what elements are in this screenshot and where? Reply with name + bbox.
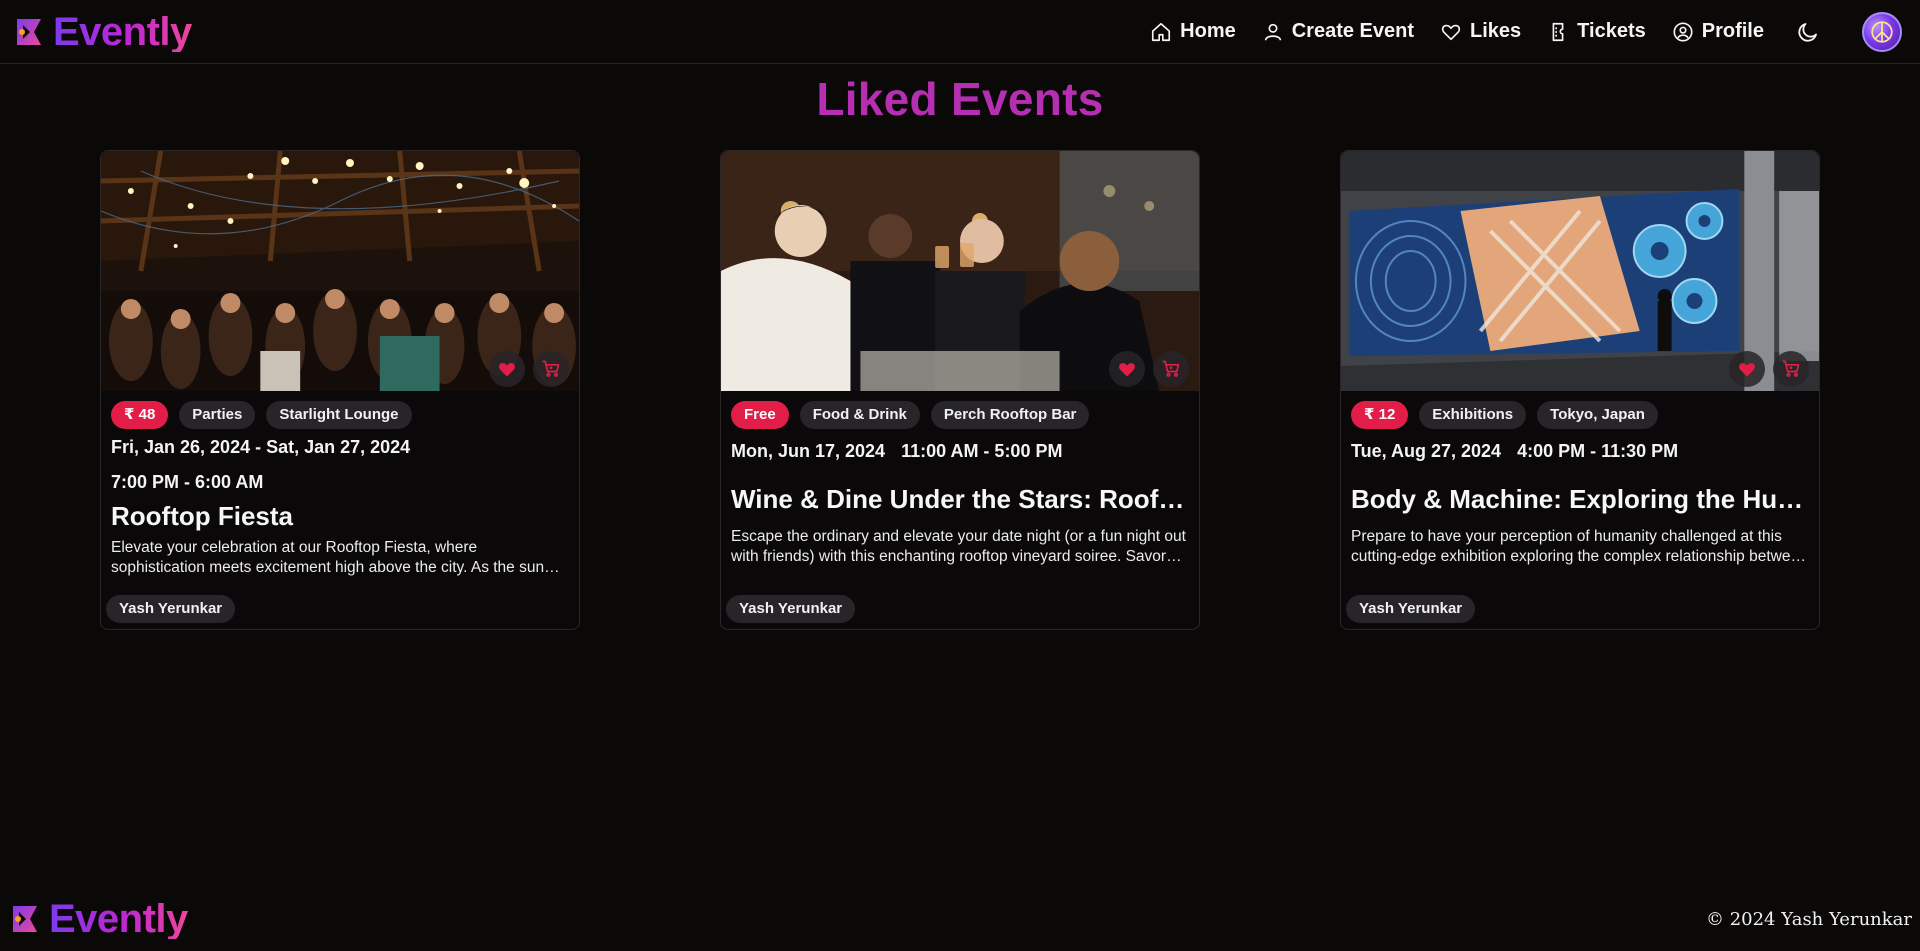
price-badge: ₹ 12	[1351, 401, 1409, 429]
home-icon	[1152, 22, 1171, 41]
location-chip: Perch Rooftop Bar	[930, 401, 1090, 429]
event-title[interactable]: Wine & Dine Under the Stars: Rooftop Vin…	[721, 484, 1199, 515]
category-chip[interactable]: Exhibitions	[1419, 401, 1527, 429]
nav-tickets[interactable]: Tickets	[1547, 20, 1646, 43]
peace-sign-icon	[1871, 20, 1893, 43]
organizer-chip[interactable]: Yash Yerunkar	[1346, 595, 1476, 623]
theme-toggle-button[interactable]	[1796, 20, 1820, 44]
event-datetime: Mon, Jun 17, 2024 11:00 AM - 5:00 PM	[721, 441, 1199, 462]
event-card[interactable]: ₹ 48 Parties Starlight Lounge Fri, Jan 2…	[100, 150, 580, 630]
location-chip: Starlight Lounge	[266, 401, 412, 429]
cart-icon	[1162, 360, 1180, 377]
nav-likes-label: Likes	[1470, 20, 1522, 42]
nav-profile-label: Profile	[1701, 20, 1764, 42]
evently-logo-icon	[13, 906, 37, 932]
category-chip[interactable]: Food & Drink	[799, 401, 920, 429]
event-datetime: Tue, Aug 27, 2024 4:00 PM - 11:30 PM	[1341, 441, 1819, 462]
profile-circle-icon	[1673, 21, 1693, 42]
heart-filled-icon	[1119, 363, 1135, 377]
like-button[interactable]	[1109, 351, 1145, 387]
price-badge: ₹ 48	[111, 401, 169, 429]
nav-likes[interactable]: Likes	[1440, 20, 1521, 43]
event-time: 7:00 PM - 6:00 AM	[111, 472, 264, 492]
event-tags: ₹ 48 Parties Starlight Lounge	[101, 391, 579, 429]
add-to-cart-button[interactable]	[1773, 351, 1809, 387]
organizer-chip[interactable]: Yash Yerunkar	[726, 595, 856, 623]
page-title: Liked Events	[816, 73, 1104, 125]
user-icon	[1264, 23, 1281, 41]
event-description: Prepare to have your perception of human…	[1351, 528, 1808, 565]
event-date: Tue, Aug 27, 2024	[1351, 441, 1502, 461]
evently-logo-icon	[17, 18, 41, 45]
main-nav: Home Create Event Likes Tickets Profile	[1124, 11, 1902, 52]
event-time: 4:00 PM - 11:30 PM	[1517, 441, 1679, 461]
event-date: Mon, Jun 17, 2024	[731, 441, 886, 461]
cart-icon	[542, 360, 560, 377]
add-to-cart-button[interactable]	[1153, 351, 1189, 387]
like-button[interactable]	[1729, 351, 1765, 387]
event-card[interactable]: ₹ 12 Exhibitions Tokyo, Japan Tue, Aug 2…	[1340, 150, 1820, 630]
event-image	[1341, 151, 1819, 391]
location-chip: Tokyo, Japan	[1537, 401, 1658, 429]
footer-brand-link[interactable]: Evently	[10, 899, 188, 939]
event-image	[101, 151, 579, 391]
add-to-cart-button[interactable]	[533, 351, 569, 387]
ticket-icon	[1552, 22, 1564, 41]
event-title[interactable]: Body & Machine: Exploring the Human-Tech…	[1341, 484, 1819, 515]
event-time: 11:00 AM - 5:00 PM	[901, 441, 1063, 461]
heart-outline-icon	[1441, 24, 1461, 40]
price-badge: Free	[731, 401, 789, 429]
navbar: Evently Home Create Event Likes Tickets …	[0, 0, 1920, 64]
event-tags: ₹ 12 Exhibitions Tokyo, Japan	[1341, 391, 1819, 429]
nav-create-event[interactable]: Create Event	[1262, 20, 1414, 43]
event-description: Elevate your celebration at our Rooftop …	[111, 539, 545, 576]
cart-icon	[1782, 360, 1800, 377]
nav-profile[interactable]: Profile	[1672, 20, 1764, 43]
event-image	[721, 151, 1199, 391]
brand-name: Evently	[53, 9, 192, 54]
heart-filled-icon	[499, 363, 515, 377]
event-date: Fri, Jan 26, 2024 - Sat, Jan 27, 2024	[111, 437, 411, 457]
moon-icon	[1798, 22, 1817, 42]
card-actions	[1729, 351, 1809, 387]
event-title[interactable]: Rooftop Fiesta	[101, 501, 579, 532]
nav-home-label: Home	[1180, 20, 1236, 42]
event-tags: Free Food & Drink Perch Rooftop Bar	[721, 391, 1199, 429]
event-card[interactable]: Free Food & Drink Perch Rooftop Bar Mon,…	[720, 150, 1200, 630]
user-avatar[interactable]	[1862, 11, 1902, 52]
nav-home[interactable]: Home	[1150, 20, 1236, 43]
organizer-chip[interactable]: Yash Yerunkar	[106, 595, 236, 623]
footer: Evently © 2024 Yash Yerunkar	[0, 887, 1920, 951]
nav-tickets-label: Tickets	[1577, 20, 1646, 42]
like-button[interactable]	[489, 351, 525, 387]
card-actions	[1109, 351, 1189, 387]
brand-logo-link[interactable]: Evently	[14, 12, 192, 52]
category-chip[interactable]: Parties	[179, 401, 256, 429]
nav-create-event-label: Create Event	[1291, 20, 1415, 42]
event-description: Escape the ordinary and elevate your dat…	[731, 528, 1186, 565]
copyright-text: © 2024 Yash Yerunkar	[1705, 908, 1912, 930]
card-actions	[489, 351, 569, 387]
heart-filled-icon	[1739, 363, 1755, 377]
footer-brand-name: Evently	[49, 897, 188, 941]
